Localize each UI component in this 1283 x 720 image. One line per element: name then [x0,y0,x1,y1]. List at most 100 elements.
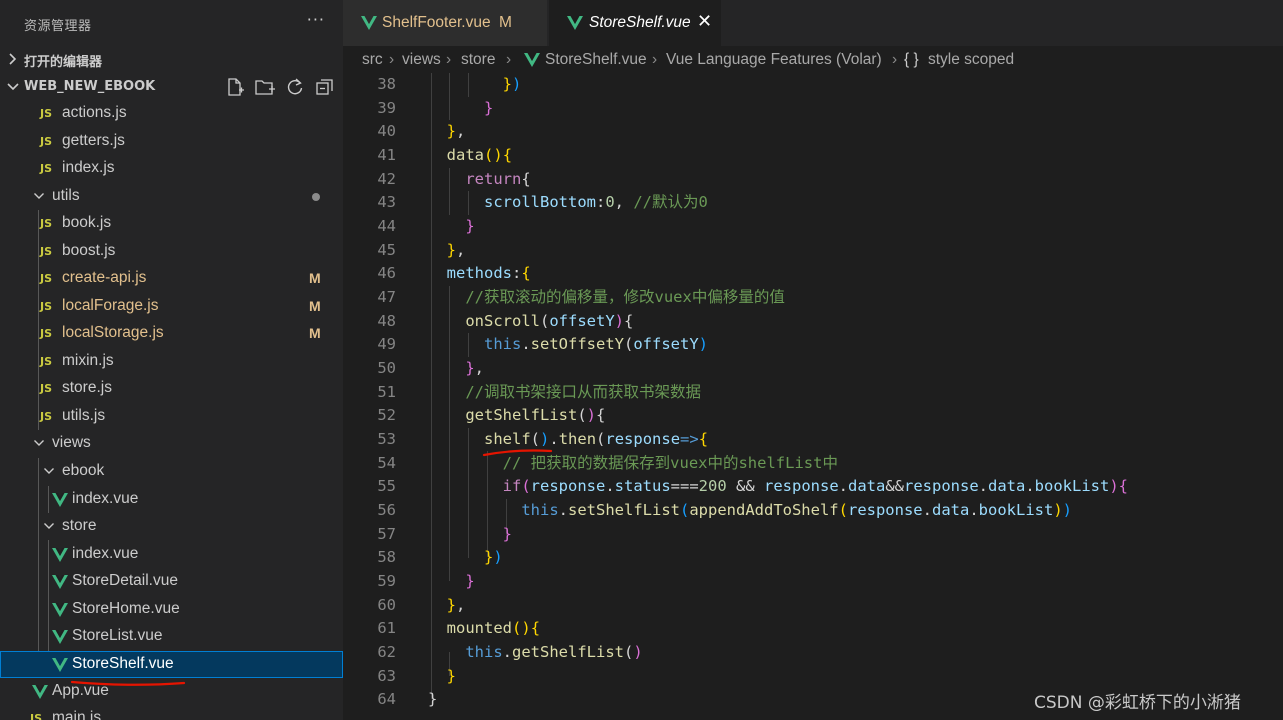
tree-item-label: ebook [62,462,105,479]
modified-badge: M [309,325,321,341]
js-file-icon: JS [40,245,53,258]
tree-folder[interactable]: store [0,513,343,540]
tree-item-label: localStorage.js [62,324,164,341]
chevron-right-icon [9,53,17,65]
new-file-icon[interactable] [224,76,246,98]
tree-item[interactable]: JS utils.js [0,403,343,430]
vue-file-icon [52,603,68,617]
line-number: 62 [377,642,396,661]
tree-item[interactable]: StoreList.vue [0,623,343,650]
breadcrumb-item[interactable]: Vue Language Features (Volar) [666,51,882,69]
close-icon[interactable]: ✕ [697,11,712,32]
tree-item-selected[interactable]: StoreShelf.vue [0,651,343,678]
vue-file-icon [52,658,68,672]
tree-item[interactable]: JS localForage.js M [0,293,343,320]
chevron-right-icon: › [892,51,898,68]
line-number: 48 [377,311,396,330]
tree-item[interactable]: JS localStorage.js M [0,320,343,347]
breadcrumb-item[interactable]: store [461,51,495,69]
tree-folder[interactable]: utils [0,183,343,210]
chevron-right-icon: › [446,51,452,68]
code-line: getShelfList(){ [465,406,606,425]
tree-item[interactable]: JS book.js [0,210,343,237]
line-number: 49 [377,335,396,354]
chevron-right-icon: › [652,51,658,68]
tree-item[interactable]: JS boost.js [0,238,343,265]
tree-item-label: StoreHome.vue [72,600,180,617]
line-number: 53 [377,429,396,448]
code-line: }, [446,595,466,614]
tree-item[interactable]: index.vue [0,541,343,568]
code-line: }, [446,240,466,259]
vue-file-icon [524,53,540,67]
chevron-down-icon [7,83,19,91]
js-file-icon: JS [40,272,53,285]
tree-item[interactable]: StoreHome.vue [0,596,343,623]
tree-item[interactable]: JS mixin.js [0,348,343,375]
code-line: //获取滚动的偏移量，修改vuex中偏移量的值 [465,287,785,306]
tree-item[interactable]: JS main.js [0,705,343,720]
code-line: //调取书架接口从而获取书架数据 [465,382,701,401]
line-number: 40 [377,122,396,141]
code-line: }, [465,358,485,377]
js-file-icon: JS [40,300,53,313]
code-line: this.getShelfList() [465,642,643,661]
line-number: 45 [377,240,396,259]
vue-file-icon [52,630,68,644]
tree-item-label: getters.js [62,132,125,149]
vue-file-icon [32,685,48,699]
tree-item[interactable]: JS getters.js [0,128,343,155]
line-number: 60 [377,595,396,614]
tree-item-label: main.js [52,709,102,720]
line-number: 54 [377,453,396,472]
new-folder-icon[interactable] [254,76,276,98]
breadcrumb-item[interactable]: style scoped [928,51,1014,69]
chevron-down-icon [34,193,44,199]
vue-file-icon [567,16,583,30]
line-number: 64 [377,690,396,709]
code-line: } [428,690,438,709]
tree-item-label: create-api.js [62,269,147,286]
more-actions-icon[interactable]: ··· [307,10,325,29]
code-line: methods:{ [446,264,531,283]
tree-item[interactable]: index.vue [0,486,343,513]
line-number: 47 [377,287,396,306]
tree-item[interactable]: JS actions.js [0,100,343,127]
chevron-down-icon [44,468,54,474]
code-line: this.setShelfList(appendAddToShelf(respo… [521,500,1072,519]
tab-storeshelf[interactable]: StoreShelf.vue ✕ [549,0,721,46]
code-line: } [465,216,475,235]
collapse-all-icon[interactable] [314,76,336,98]
tree-item-label: index.js [62,159,115,176]
code-line: } [446,666,457,685]
tree-folder[interactable]: views [0,430,343,457]
breadcrumb-item[interactable]: src [362,51,383,69]
tree-item-label: store [62,517,97,534]
code-line: this.setOffsetY(offsetY) [484,335,709,354]
tree-folder[interactable]: ebook [0,458,343,485]
code-line: return{ [465,169,531,188]
line-number: 51 [377,382,396,401]
tab-bar: ShelfFooter.vue M StoreShelf.vue ✕ [343,0,1283,46]
js-file-icon: JS [40,162,53,175]
line-number: 52 [377,406,396,425]
tree-item[interactable]: StoreDetail.vue [0,568,343,595]
tree-item-label: utils [52,187,80,204]
annotation-underline [482,449,553,457]
tree-item-label: mixin.js [62,352,114,369]
breadcrumb-item[interactable]: views [402,51,441,69]
tree-item[interactable]: JS create-api.js M [0,265,343,292]
code-line: data(){ [446,145,513,164]
refresh-icon[interactable] [284,76,306,98]
breadcrumb-item[interactable]: StoreShelf.vue [545,51,647,69]
explorer-sidebar: 资源管理器 ··· 打开的编辑器 WEB_NEW_EBOOK JS action… [0,0,343,720]
line-number: 39 [377,98,396,117]
tab-shelffooter[interactable]: ShelfFooter.vue M [343,0,548,46]
tree-item[interactable]: JS index.js [0,155,343,182]
line-number: 59 [377,571,396,590]
open-editors-section[interactable]: 打开的编辑器 [0,48,343,70]
vue-file-icon [52,493,68,507]
code-editor[interactable]: 38 39 40 41 42 43 44 45 46 47 48 49 50 5… [343,73,1283,720]
tree-item[interactable]: JS store.js [0,375,343,402]
line-number: 58 [377,548,396,567]
